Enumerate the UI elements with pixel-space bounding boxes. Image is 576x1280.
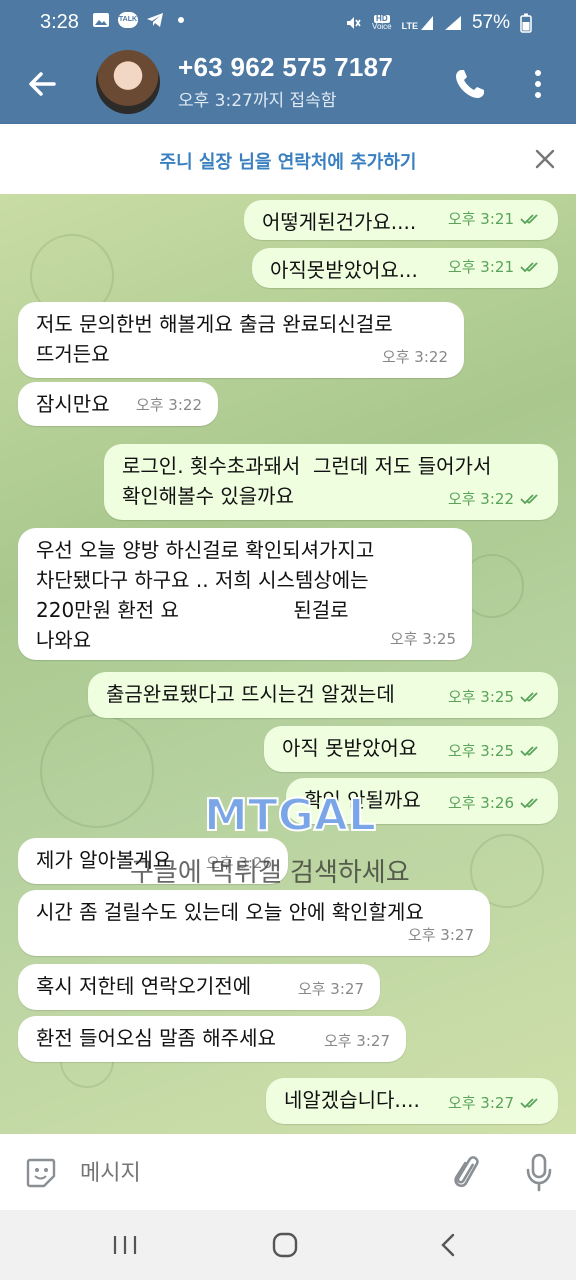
message-meta: 오후 3:22 [136, 390, 202, 420]
message-meta: 오후 3:27 [298, 974, 364, 1004]
incoming-message[interactable]: 시간 좀 걸릴수도 있는데 오늘 안에 확인할게요오후 3:27 [18, 890, 490, 956]
message-text: 혹시 저한테 연락오기전에 [36, 974, 252, 998]
hd-voice-icon: HD Voice [372, 14, 392, 31]
message-time: 오후 3:25 [447, 688, 514, 706]
message-time: 오후 3:27 [447, 1094, 514, 1112]
phone-icon[interactable] [452, 66, 488, 102]
incoming-message[interactable]: 저도 문의한번 해볼게요 출금 완료되신걸로 뜨거든요 오후 3:22 [18, 302, 464, 378]
nav-back-icon[interactable] [438, 1232, 458, 1258]
signal-icon-2 [444, 16, 461, 30]
message-meta: 오후 3:21 [448, 204, 542, 234]
double-check-icon [520, 746, 538, 757]
chat-area[interactable]: 어떻게된건가요.... 오후 3:21 아직못받았어요... 오후 3:21 저도 문의… [0, 194, 576, 1134]
message-text: 출금완료됐다고 뜨시는건 알겠는데 [106, 682, 395, 706]
contact-name[interactable]: +63 962 575 7187 [178, 52, 393, 83]
message-text: 어떻게된건가요.... [262, 210, 417, 234]
message-meta: 오후 3:25 [390, 624, 456, 654]
watermark-text: 구글에 먹튀갤 검색하세요 [130, 858, 410, 888]
message-time: 오후 3:25 [389, 630, 456, 648]
message-time: 오후 3:22 [381, 348, 448, 366]
microphone-icon[interactable] [524, 1152, 554, 1192]
mute-icon [347, 17, 361, 29]
avatar[interactable] [96, 50, 160, 114]
add-contact-bar: 주니 실장 님을 연락처에 추가하기 [0, 124, 576, 194]
notification-icons: TALK [92, 12, 184, 28]
message-meta: 오후 3:25 [448, 682, 542, 712]
home-icon[interactable] [272, 1232, 298, 1258]
message-meta: 오후 3:21 [448, 252, 542, 282]
message-time: 오후 3:25 [447, 742, 514, 760]
paperclip-icon[interactable] [450, 1154, 484, 1192]
message-time: 오후 3:21 [447, 258, 514, 276]
lte-icon: LTE [402, 15, 434, 31]
chat-header: +63 962 575 7187 오후 3:27까지 접속함 [0, 46, 576, 124]
message-text: 아직못받았어요... [270, 258, 418, 282]
battery-level: 57% [471, 12, 510, 33]
message-text: 네알겠습니다.... [284, 1088, 420, 1112]
system-nav-bar [0, 1210, 576, 1280]
outgoing-message[interactable]: 네알겠습니다.... 오후 3:27 [266, 1078, 558, 1124]
message-meta: 오후 3:27 [448, 1088, 542, 1118]
signal-icon [420, 16, 433, 30]
outgoing-message[interactable]: 아직 못받았어요 오후 3:25 [264, 726, 558, 772]
message-meta: 오후 3:26 [448, 788, 542, 818]
message-text: 아직 못받았어요 [282, 736, 418, 760]
message-time: 오후 3:22 [447, 490, 514, 508]
double-check-icon [520, 798, 538, 809]
telegram-icon [147, 13, 163, 27]
message-text: 잠시만요 [36, 392, 110, 416]
add-contact-link[interactable]: 주니 실장 님을 연락처에 추가하기 [0, 148, 576, 174]
double-check-icon [520, 262, 538, 273]
message-text: 우선 오늘 양방 하신걸로 확인되셔가지고 차단됐다구 하구요 .. 저희 시스… [36, 538, 375, 652]
svg-text:MTGAL: MTGAL [204, 790, 376, 840]
contact-status: 오후 3:27까지 접속함 [178, 91, 337, 111]
message-time: 오후 3:27 [297, 980, 364, 998]
incoming-message[interactable]: 환전 들어오심 말좀 해주세요 오후 3:27 [18, 1016, 406, 1062]
watermark-logo: MTGAL [203, 790, 377, 840]
message-meta: 오후 3:25 [448, 736, 542, 766]
battery-icon [520, 13, 532, 33]
message-time: 오후 3:22 [135, 396, 202, 414]
message-text: 시간 좀 걸릴수도 있는데 오늘 안에 확인할게요 [36, 900, 424, 924]
status-time: 3:28 [40, 11, 79, 33]
double-check-icon [520, 214, 538, 225]
background-doodle [40, 714, 154, 828]
system-icons: HD Voice LTE 57% [344, 12, 532, 34]
message-meta: 오후 3:27 [408, 920, 474, 950]
message-time: 오후 3:21 [447, 210, 514, 228]
outgoing-message[interactable]: 로그인. 횟수초과돼서 그런데 저도 들어가서 확인해볼수 있을까요 오후 3:2… [104, 444, 558, 520]
recent-apps-icon[interactable] [112, 1234, 138, 1256]
arrow-left-icon[interactable] [22, 64, 62, 104]
dot-icon [178, 17, 184, 23]
incoming-message[interactable]: 잠시만요 오후 3:22 [18, 382, 218, 426]
double-check-icon [520, 692, 538, 703]
message-text: 로그인. 횟수초과돼서 그런데 저도 들어가서 확인해볼수 있을까요 [122, 454, 492, 508]
outgoing-message[interactable]: 출금완료됐다고 뜨시는건 알겠는데 오후 3:25 [88, 672, 558, 718]
message-input-bar [0, 1134, 576, 1210]
outgoing-message[interactable]: 어떻게된건가요.... 오후 3:21 [244, 200, 558, 240]
message-text: 저도 문의한번 해볼게요 출금 완료되신걸로 뜨거든요 [36, 312, 393, 366]
message-meta: 오후 3:22 [382, 342, 448, 372]
message-input[interactable] [78, 1156, 442, 1190]
more-vertical-icon[interactable] [526, 64, 550, 104]
close-icon[interactable] [534, 148, 556, 170]
sticker-icon[interactable] [24, 1156, 58, 1190]
message-time: 오후 3:27 [407, 926, 474, 944]
incoming-message[interactable]: 우선 오늘 양방 하신걸로 확인되셔가지고 차단됐다구 하구요 .. 저희 시스… [18, 528, 472, 660]
message-meta: 오후 3:22 [448, 484, 542, 514]
incoming-message[interactable]: 혹시 저한테 연락오기전에 오후 3:27 [18, 964, 380, 1010]
gallery-icon [93, 13, 109, 27]
message-text: 환전 들어오심 말좀 해주세요 [36, 1026, 276, 1050]
message-meta: 오후 3:27 [324, 1026, 390, 1056]
double-check-icon [520, 494, 538, 505]
double-check-icon [520, 1098, 538, 1109]
talk-icon: TALK [118, 12, 138, 28]
message-time: 오후 3:26 [447, 794, 514, 812]
status-bar: 3:28 TALK HD Voice LTE 57% [0, 0, 576, 46]
message-time: 오후 3:27 [323, 1032, 390, 1050]
outgoing-message[interactable]: 아직못받았어요... 오후 3:21 [252, 248, 558, 288]
